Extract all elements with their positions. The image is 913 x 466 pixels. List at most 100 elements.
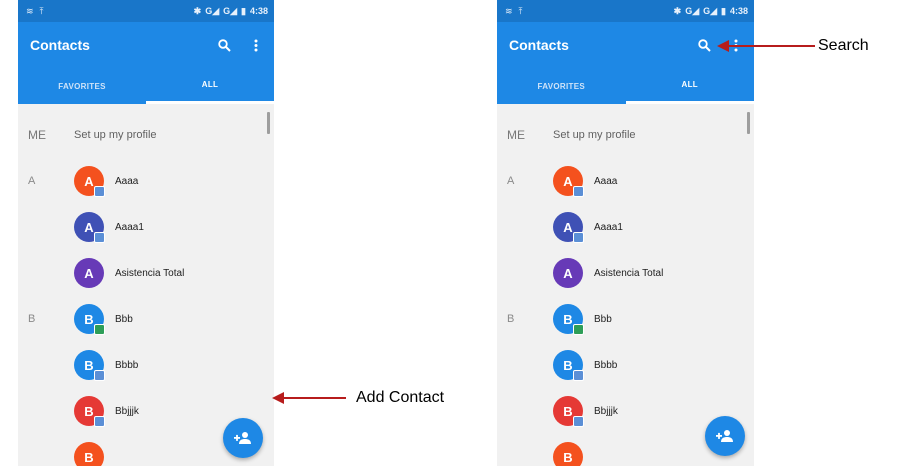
contact-name: Aaaa (594, 175, 618, 187)
avatar-initial: B (84, 403, 94, 419)
avatar: B (74, 442, 104, 466)
avatar-initial: B (84, 449, 94, 465)
bluetooth-icon: ✱ (673, 5, 682, 16)
tab-bar: FAVORITES ALL (497, 68, 754, 104)
contact-name: Aaaa (115, 175, 139, 187)
profile-row[interactable]: ME Set up my profile (18, 112, 274, 158)
section-letter: ME (28, 128, 46, 142)
notification-icon: ≋ (26, 5, 34, 16)
signal-icon: G◢ (685, 5, 700, 16)
arrow-left-icon (717, 40, 729, 52)
avatar: A (74, 166, 105, 197)
contact-row[interactable]: A A Aaaa (18, 158, 274, 204)
avatar: B (553, 396, 584, 427)
notification-icon: ≋ (505, 5, 513, 16)
contact-list[interactable]: ME Set up my profile A A Aaaa A Aaaa1 A Asiste… (18, 104, 274, 466)
avatar: B (553, 304, 584, 335)
avatar: A (553, 166, 584, 197)
account-badge-icon (573, 232, 584, 243)
avatar-initial: A (84, 219, 94, 235)
avatar: B (74, 396, 105, 427)
person-add-icon (234, 432, 251, 444)
bluetooth-icon: ✱ (193, 5, 202, 16)
section-letter: A (28, 175, 36, 187)
tab-all[interactable]: ALL (625, 68, 754, 104)
add-contact-button[interactable] (223, 418, 263, 458)
contact-name: Bbb (594, 313, 612, 325)
avatar-initial: B (563, 403, 573, 419)
status-time: 4:38 (249, 6, 268, 16)
contact-name: Aaaa1 (594, 221, 623, 233)
account-badge-icon (573, 416, 584, 427)
arrow-left-icon (272, 392, 284, 404)
avatar-initial: B (563, 449, 573, 465)
search-icon[interactable] (696, 37, 712, 53)
signal-icon: G◢ (205, 5, 220, 16)
arrow-line (284, 397, 346, 399)
upload-icon: ⤒ (39, 5, 44, 16)
contact-row[interactable]: A Asistencia Total (497, 250, 754, 296)
profile-row[interactable]: ME Set up my profile (497, 112, 754, 158)
contact-row[interactable]: B B Bbb (497, 296, 754, 342)
contact-name: Bbbb (115, 359, 139, 371)
battery-icon: ▮ (721, 5, 726, 16)
account-badge-icon (573, 186, 584, 197)
person-add-icon (716, 430, 733, 442)
annotation-label: Add Contact (356, 389, 445, 406)
avatar-initial: B (84, 357, 94, 373)
app-toolbar: Contacts (18, 22, 274, 68)
avatar: A (74, 258, 104, 288)
account-badge-icon (94, 370, 105, 381)
avatar: A (74, 212, 105, 243)
contact-name: Asistencia Total (594, 267, 664, 279)
avatar: B (553, 442, 583, 466)
app-toolbar: Contacts (497, 22, 754, 68)
arrow-line (729, 45, 815, 47)
section-letter: A (507, 175, 515, 187)
account-badge-icon (94, 324, 105, 335)
avatar-initial: A (84, 173, 94, 189)
contact-name: Asistencia Total (115, 267, 185, 279)
section-letter: B (507, 313, 515, 325)
contact-row[interactable]: A A Aaaa (497, 158, 754, 204)
contact-row[interactable]: A Aaaa1 (18, 204, 274, 250)
contact-name: Bbjjjk (594, 405, 618, 417)
avatar: B (553, 350, 584, 381)
phone-screen-right: ≋ ⤒ ✱ G◢ G◢ ▮ 4:38 Contacts FAVORITES AL… (497, 0, 754, 466)
search-annotation: Search (717, 37, 869, 55)
contact-row[interactable]: B Bbbb (18, 342, 274, 388)
section-letter: B (28, 313, 36, 325)
contact-row[interactable]: B Bbbb (497, 342, 754, 388)
account-badge-icon (94, 232, 105, 243)
profile-label: Set up my profile (74, 129, 157, 141)
avatar: A (553, 212, 584, 243)
signal-icon-2: G◢ (223, 5, 238, 16)
contact-row[interactable]: A Asistencia Total (18, 250, 274, 296)
add-contact-button[interactable] (705, 416, 745, 456)
annotation-label: Search (818, 37, 869, 54)
more-vert-icon[interactable] (248, 37, 264, 53)
add-contact-annotation: Add Contact (272, 389, 444, 407)
account-badge-icon (573, 324, 584, 335)
contact-row[interactable]: B B Bbb (18, 296, 274, 342)
avatar: B (74, 350, 105, 381)
avatar-initial: B (84, 311, 94, 327)
tab-all[interactable]: ALL (146, 68, 274, 104)
account-badge-icon (573, 370, 584, 381)
account-badge-icon (94, 416, 105, 427)
tab-bar: FAVORITES ALL (18, 68, 274, 104)
tab-favorites[interactable]: FAVORITES (497, 68, 626, 104)
status-time: 4:38 (729, 6, 748, 16)
profile-label: Set up my profile (553, 129, 636, 141)
battery-icon: ▮ (241, 5, 246, 16)
signal-icon-2: G◢ (703, 5, 718, 16)
contact-name: Aaaa1 (115, 221, 144, 233)
contact-row[interactable]: A Aaaa1 (497, 204, 754, 250)
upload-icon: ⤒ (518, 5, 523, 16)
search-icon[interactable] (216, 37, 232, 53)
tab-favorites[interactable]: FAVORITES (18, 68, 146, 104)
phone-screen-left: ≋ ⤒ ✱ G◢ G◢ ▮ 4:38 Contacts FAVORITES AL… (18, 0, 274, 466)
avatar-initial: A (84, 265, 94, 281)
contact-list[interactable]: ME Set up my profile A A Aaaa A Aaaa1 A Asiste… (497, 104, 754, 466)
contact-name: Bbb (115, 313, 133, 325)
